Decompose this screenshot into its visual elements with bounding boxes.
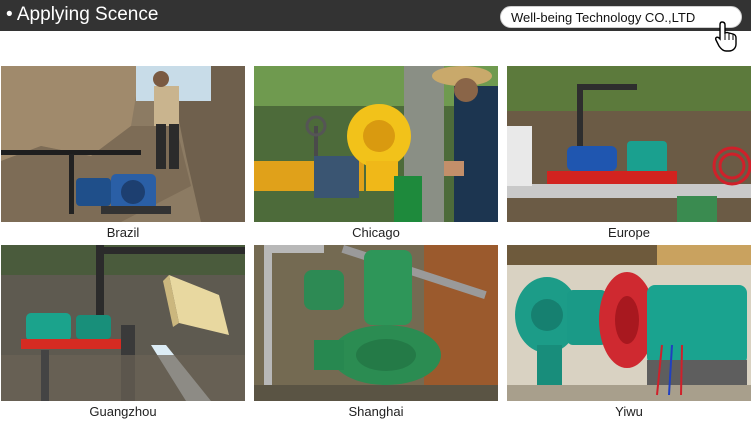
brazil-site-photo — [1, 66, 245, 222]
header-bar: • Applying Scence Well-being Technology … — [0, 0, 751, 31]
gallery-caption: Shanghai — [348, 404, 404, 419]
gallery-caption: Yiwu — [615, 404, 643, 419]
gallery-caption: Chicago — [352, 225, 400, 240]
gallery-caption: Brazil — [106, 225, 140, 240]
company-link[interactable]: Well-being Technology CO.,LTD — [500, 6, 742, 28]
shanghai-site-photo — [254, 245, 498, 401]
guangzhou-site-photo — [1, 245, 245, 401]
europe-site-photo — [507, 66, 751, 222]
yiwu-site-photo — [507, 245, 751, 401]
gallery-caption: Europe — [608, 225, 650, 240]
gallery-caption: Guangzhou — [89, 404, 157, 419]
hand-cursor-icon — [714, 21, 737, 52]
section-title: • Applying Scence — [6, 4, 159, 25]
chicago-site-photo — [254, 66, 498, 222]
